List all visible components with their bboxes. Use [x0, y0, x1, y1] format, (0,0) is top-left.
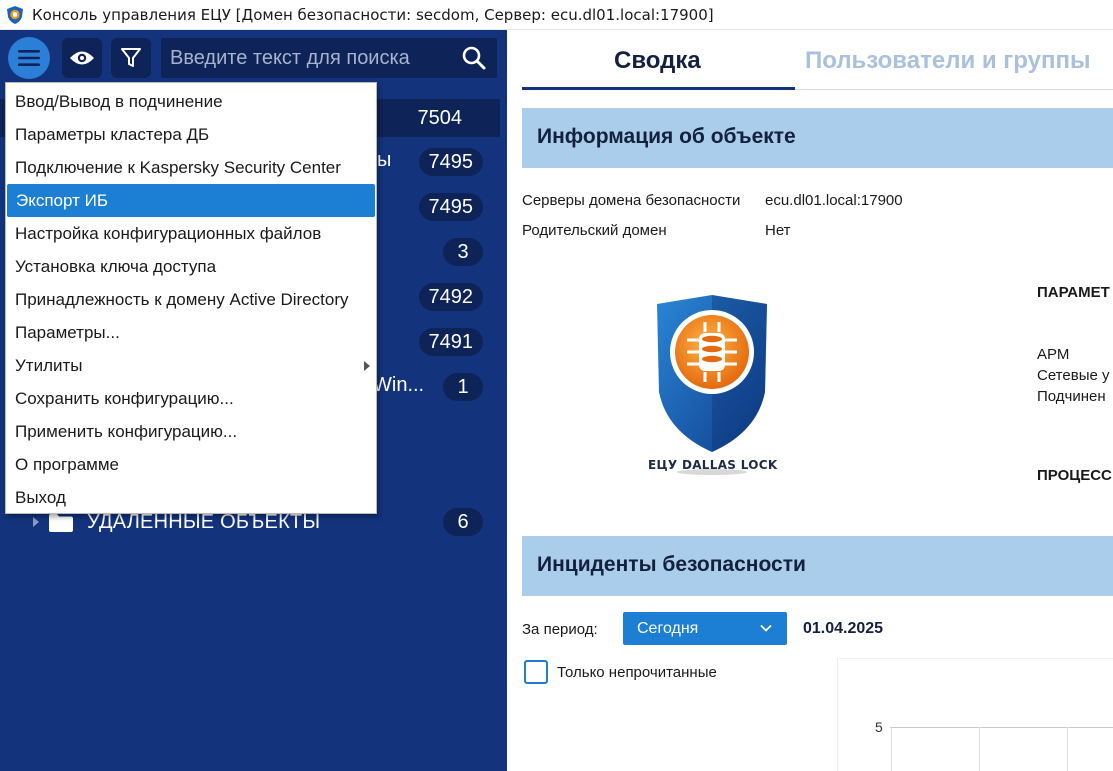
window-titlebar: Консоль управления ЕЦУ [Домен безопаснос…: [0, 0, 1113, 30]
period-label: За период:: [522, 621, 598, 638]
menu-item-label: Экспорт ИБ: [16, 191, 108, 210]
expand-arrow-icon[interactable]: [33, 517, 39, 527]
menu-item-label: О программе: [15, 455, 120, 474]
main-menu-dropdown: Ввод/Вывод в подчинение Параметры класте…: [5, 82, 377, 514]
menu-item-label: Принадлежность к домену Active Directory: [15, 290, 349, 309]
tree-label: УДАЛЁННЫЕ ОБЪЕКТЫ: [87, 511, 321, 533]
tab-summary[interactable]: Сводка: [614, 47, 701, 75]
main-menu-button[interactable]: [8, 37, 50, 79]
count-badge: 7495: [418, 193, 483, 221]
servers-label: Серверы домена безопасности: [522, 192, 741, 209]
params-line: Подчинен: [1037, 388, 1106, 405]
menu-item-exit[interactable]: Выход: [6, 481, 376, 514]
filter-button[interactable]: [111, 38, 151, 78]
count-badge: 7504: [417, 107, 463, 129]
chart-vertical-gridline: [1067, 727, 1068, 771]
tab-bar: Сводка Пользователи и группы: [507, 30, 1113, 90]
count-badge: 6: [443, 508, 483, 536]
section-title: Инциденты безопасности: [537, 553, 806, 576]
count-badge: 1: [443, 373, 483, 401]
tab-users-groups[interactable]: Пользователи и группы: [805, 47, 1090, 75]
menu-item-label: Ввод/Вывод в подчинение: [15, 92, 223, 111]
menu-item-save-config[interactable]: Сохранить конфигурацию...: [6, 382, 376, 415]
menu-item-label: Утилиты: [15, 356, 83, 375]
folder-icon: [49, 514, 73, 532]
menu-item-access-key[interactable]: Установка ключа доступа: [6, 250, 376, 283]
count-badge: 7492: [418, 283, 483, 311]
menu-item-kaspersky-connection[interactable]: Подключение к Kaspersky Security Center: [6, 151, 376, 184]
product-logo-shield-icon: [657, 295, 767, 475]
menu-item-parameters[interactable]: Параметры...: [6, 316, 376, 349]
params-line: Сетевые у: [1037, 367, 1110, 384]
menu-item-about[interactable]: О программе: [6, 448, 376, 481]
params-line: АРМ: [1037, 346, 1070, 363]
period-dropdown[interactable]: Сегодня: [623, 612, 787, 645]
count-badge: 7495: [418, 148, 483, 176]
menu-item-label: Установка ключа доступа: [15, 257, 217, 276]
eye-icon: [70, 51, 94, 65]
tree-label-tail: ы: [377, 149, 392, 171]
app-shield-icon: [7, 5, 23, 24]
period-value: Сегодня: [637, 620, 699, 637]
hamburger-icon: [18, 50, 40, 66]
menu-item-io-subordination[interactable]: Ввод/Вывод в подчинение: [6, 85, 376, 118]
active-tab-indicator: [522, 87, 795, 90]
incidents-header: Инциденты безопасности: [522, 536, 1113, 596]
chart-vertical-gridline: [979, 727, 980, 771]
tree-label-tail: Win...: [373, 374, 425, 396]
count-badge: 7491: [418, 328, 483, 356]
tab-divider: [795, 89, 1113, 90]
object-info-header: Информация об объекте: [522, 108, 1113, 168]
section-title: Информация об объекте: [537, 125, 796, 148]
chart-y-tick-label: 5: [875, 719, 883, 735]
menu-item-export-ib[interactable]: Экспорт ИБ: [7, 184, 375, 217]
period-date: 01.04.2025: [803, 620, 884, 637]
chart-vertical-gridline: [891, 727, 892, 771]
process-heading: ПРОЦЕСС: [1037, 467, 1112, 484]
chart-gridline: [890, 727, 1113, 728]
incidents-chart-area: [837, 658, 1113, 771]
window-title: Консоль управления ЕЦУ [Домен безопаснос…: [32, 5, 714, 24]
count-badge: 3: [443, 238, 483, 266]
unread-only-label: Только непрочитанные: [557, 664, 717, 681]
search-input[interactable]: [161, 46, 451, 70]
menu-item-label: Сохранить конфигурацию...: [15, 389, 234, 408]
search-box: [161, 38, 497, 78]
view-button[interactable]: [62, 38, 102, 78]
menu-item-db-cluster-params[interactable]: Параметры кластера ДБ: [6, 118, 376, 151]
menu-item-label: Параметры кластера ДБ: [15, 125, 210, 144]
menu-item-active-directory[interactable]: Принадлежность к домену Active Directory: [6, 283, 376, 316]
menu-item-config-files[interactable]: Настройка конфигурационных файлов: [6, 217, 376, 250]
menu-item-label: Выход: [15, 488, 66, 507]
content-panel: Сводка Пользователи и группы Информация …: [507, 30, 1113, 771]
menu-item-label: Настройка конфигурационных файлов: [15, 224, 322, 243]
nav-toolbar: [0, 30, 507, 84]
parent-domain-label: Родительский домен: [522, 222, 667, 239]
chevron-down-icon: [760, 624, 772, 632]
servers-value: ecu.dl01.local:17900: [765, 192, 903, 209]
parent-domain-value: Нет: [765, 222, 791, 239]
menu-item-apply-config[interactable]: Применить конфигурацию...: [6, 415, 376, 448]
search-icon[interactable]: [461, 45, 487, 71]
menu-item-utilities[interactable]: Утилиты: [6, 349, 376, 382]
menu-item-label: Подключение к Kaspersky Security Center: [15, 158, 341, 177]
logo-caption: ЕЦУ DALLAS LOCK: [648, 458, 778, 472]
filter-icon: [121, 48, 141, 67]
params-heading: ПАРАМЕТ: [1037, 284, 1110, 301]
menu-item-label: Применить конфигурацию...: [15, 422, 238, 441]
submenu-arrow-icon: [364, 361, 370, 371]
unread-only-checkbox[interactable]: [524, 660, 548, 684]
menu-item-label: Параметры...: [15, 323, 120, 342]
